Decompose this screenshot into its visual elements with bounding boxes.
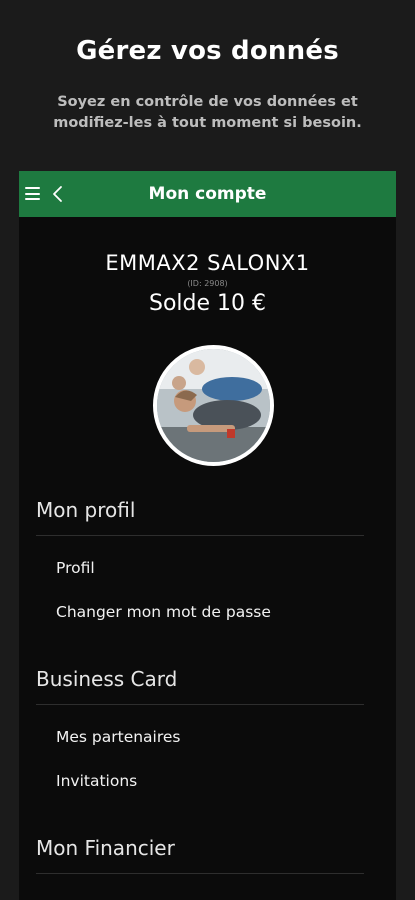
menu-item-profile[interactable]: Profil bbox=[56, 559, 95, 577]
menu-item-partners[interactable]: Mes partenaires bbox=[56, 728, 181, 746]
app-screen: Mon compte EMMAX2 SALONX1 (ID: 2908) Sol… bbox=[19, 171, 396, 900]
divider bbox=[36, 873, 364, 874]
menu-item-invitations[interactable]: Invitations bbox=[56, 772, 137, 790]
promo-title: Gérez vos donnés bbox=[76, 36, 339, 66]
promo-subtitle: Soyez en contrôle de vos données et modi… bbox=[53, 94, 362, 131]
page-title: Mon compte bbox=[148, 184, 267, 204]
avatar[interactable] bbox=[153, 345, 274, 466]
account-id: (ID: 2908) bbox=[187, 279, 228, 288]
divider bbox=[36, 535, 364, 536]
account-balance: Solde 10 € bbox=[148, 291, 266, 316]
app-bar: Mon compte bbox=[19, 171, 396, 217]
section-title-business-card: Business Card bbox=[36, 667, 178, 691]
section-title-profile: Mon profil bbox=[36, 498, 136, 522]
divider bbox=[36, 704, 364, 705]
section-title-financial: Mon Financier bbox=[36, 836, 175, 860]
menu-item-change-password[interactable]: Changer mon mot de passe bbox=[56, 603, 271, 621]
account-name: EMMAX2 SALONX1 bbox=[105, 251, 310, 275]
avatar-photo bbox=[157, 349, 270, 462]
